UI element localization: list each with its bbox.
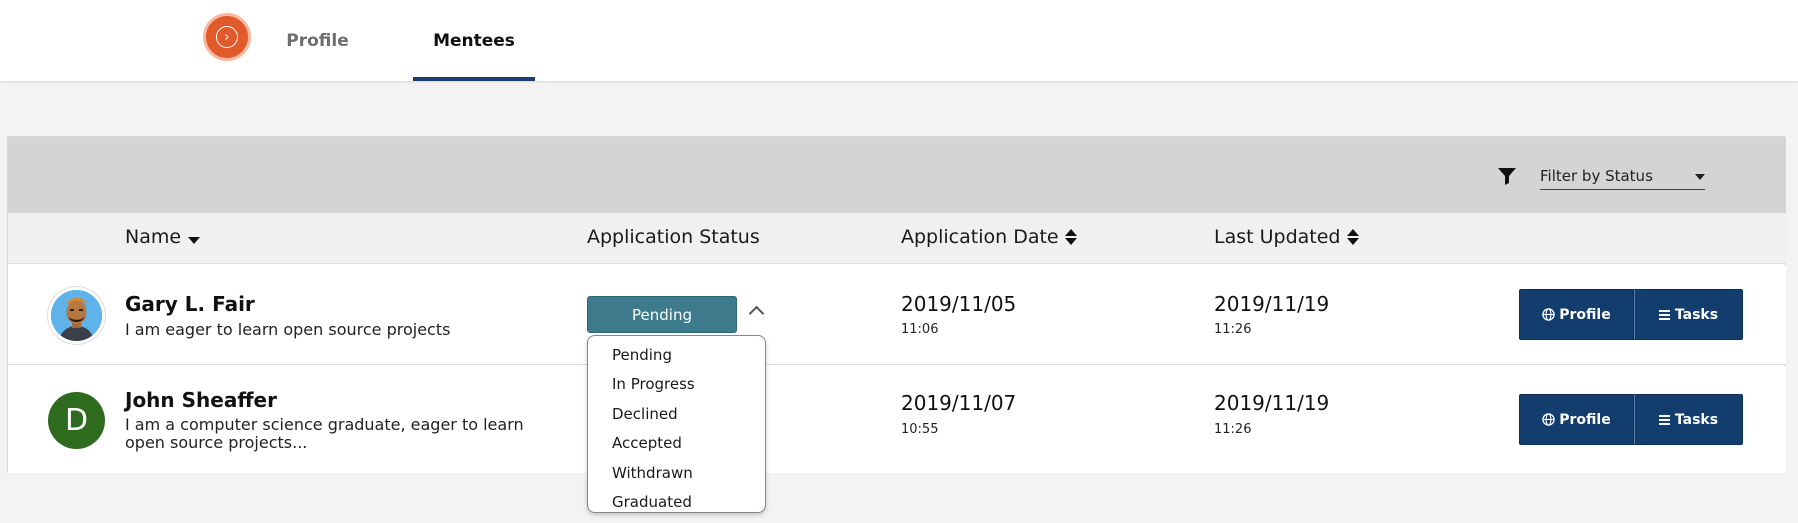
application-time: 10:55	[901, 422, 939, 437]
last-updated-time: 11:26	[1214, 422, 1252, 437]
avatar-initial: D	[64, 403, 89, 438]
column-header-app-date-label: Application Date	[901, 226, 1059, 248]
avatar: D	[48, 392, 105, 449]
view-tasks-label: Tasks	[1674, 411, 1719, 428]
tab-mentees-label: Mentees	[433, 30, 515, 51]
column-header-name-label: Name	[125, 226, 182, 248]
status-value: Pending	[632, 305, 692, 324]
mentees-table: Filter by Status Name Application Status…	[7, 136, 1786, 473]
mentee-name: John Sheaffer	[125, 388, 277, 412]
table-row: Gary L. Fair I am eager to learn open so…	[8, 265, 1786, 365]
active-tab-indicator	[413, 77, 535, 81]
status-option-graduated[interactable]: Graduated	[588, 488, 765, 518]
column-header-last-updated[interactable]: Last Updated	[1214, 226, 1359, 248]
sidebar-toggle-button[interactable]: ›	[203, 13, 251, 61]
status-option-declined[interactable]: Declined	[588, 399, 765, 429]
status-dropdown-menu: Pending In Progress Declined Accepted Wi…	[587, 335, 766, 513]
sort-desc-icon	[188, 236, 201, 244]
globe-icon	[1542, 308, 1555, 321]
column-header-last-updated-label: Last Updated	[1214, 226, 1341, 248]
column-header-name[interactable]: Name	[125, 226, 201, 248]
application-time: 11:06	[901, 322, 939, 337]
view-profile-label: Profile	[1559, 411, 1611, 428]
table-header: Name Application Status Application Date…	[8, 213, 1786, 264]
column-header-status-label: Application Status	[587, 226, 760, 248]
sort-icon	[1346, 229, 1359, 245]
column-header-status: Application Status	[587, 226, 760, 248]
filter-bar: Filter by Status	[8, 137, 1786, 213]
status-option-in-progress[interactable]: In Progress	[588, 370, 765, 400]
view-profile-button[interactable]: Profile	[1519, 289, 1634, 340]
view-profile-label: Profile	[1559, 306, 1611, 323]
globe-icon	[1542, 413, 1555, 426]
mentee-bio: I am eager to learn open source projects	[125, 320, 451, 339]
status-option-accepted[interactable]: Accepted	[588, 429, 765, 459]
chevron-up-icon[interactable]	[748, 305, 765, 322]
caret-down-icon	[1695, 174, 1705, 180]
view-tasks-label: Tasks	[1674, 306, 1719, 323]
avatar	[48, 287, 105, 344]
application-date: 2019/11/07	[901, 391, 1017, 415]
last-updated-time: 11:26	[1214, 322, 1252, 337]
row-actions: Profile Tasks	[1519, 394, 1743, 445]
top-nav: › Profile Mentees	[0, 0, 1798, 81]
application-date: 2019/11/05	[901, 292, 1017, 316]
filter-icon[interactable]	[1495, 164, 1519, 188]
last-updated-date: 2019/11/19	[1214, 391, 1330, 415]
status-filter-select[interactable]: Filter by Status	[1540, 164, 1705, 190]
table-row: D John Sheaffer I am a computer science …	[8, 366, 1786, 473]
column-header-app-date[interactable]: Application Date	[901, 226, 1077, 248]
view-tasks-button[interactable]: Tasks	[1634, 289, 1743, 340]
person-avatar-icon	[51, 290, 102, 341]
tab-mentees[interactable]: Mentees	[413, 0, 535, 81]
chevron-right-icon: ›	[216, 26, 238, 48]
sort-icon	[1064, 229, 1077, 245]
view-profile-button[interactable]: Profile	[1519, 394, 1634, 445]
list-icon	[1658, 414, 1670, 425]
tab-profile-label: Profile	[286, 30, 349, 51]
status-option-pending[interactable]: Pending	[588, 340, 765, 370]
status-dropdown-button[interactable]: Pending	[587, 296, 737, 333]
row-actions: Profile Tasks	[1519, 289, 1743, 340]
mentee-name: Gary L. Fair	[125, 292, 255, 316]
tab-profile[interactable]: Profile	[280, 0, 355, 81]
mentee-bio: I am a computer science graduate, eager …	[125, 415, 524, 452]
last-updated-date: 2019/11/19	[1214, 292, 1330, 316]
list-icon	[1658, 309, 1670, 320]
view-tasks-button[interactable]: Tasks	[1634, 394, 1743, 445]
status-filter-value: Filter by Status	[1540, 167, 1653, 185]
status-option-withdrawn[interactable]: Withdrawn	[588, 458, 765, 488]
